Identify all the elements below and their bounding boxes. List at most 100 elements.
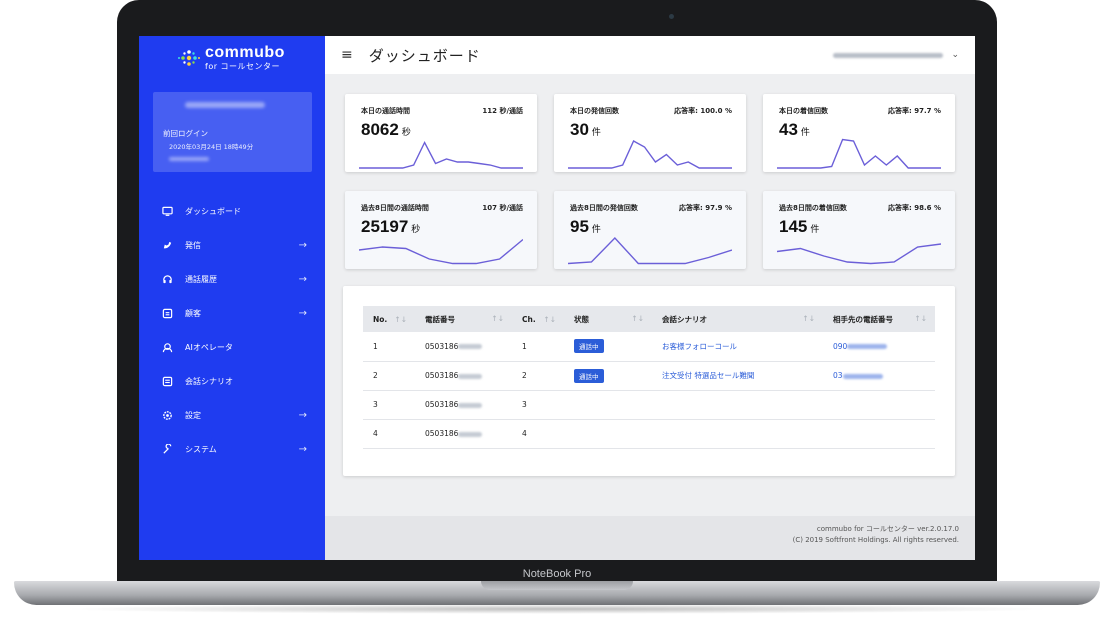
cell-no: 1 (363, 332, 415, 362)
sparkline-series (568, 140, 732, 169)
sort-icon[interactable]: ↑↓ (394, 315, 407, 324)
sidebar-item-label: 顧客 (185, 308, 201, 318)
arrow-right-icon: → (298, 443, 307, 455)
scenario-link[interactable]: お客様フォローコール (662, 342, 737, 351)
sparkline-chart (777, 243, 941, 265)
contact-card-icon (161, 307, 173, 319)
cell-phone: 0503186 (415, 390, 512, 420)
page-title: ダッシュボード (368, 46, 481, 65)
last-login-label: 前回ログイン (163, 129, 208, 138)
status-badge: 通話中 (574, 339, 604, 354)
sort-icon[interactable]: ↑↓ (631, 314, 644, 323)
stat-card-8day-talk-time: 過去8日間の通話時間 107 秒/通話 25197 秒 (345, 191, 537, 269)
sidebar-item-dashboard[interactable]: ダッシュボード (139, 194, 325, 228)
screen: commubo for コールセンター 前回ログイン 2020年03月24日 1… (139, 36, 975, 560)
table-row[interactable]: 4 0503186 4 (363, 419, 935, 449)
cell-remote-phone[interactable]: 090 (823, 332, 935, 362)
sort-icon[interactable]: ↑↓ (802, 314, 815, 323)
cell-scenario (652, 390, 823, 420)
cell-scenario[interactable]: お客様フォローコール (652, 332, 823, 362)
cell-no: 4 (363, 419, 415, 449)
cell-remote-phone[interactable]: 03 (823, 361, 935, 391)
scenario-link[interactable]: 注文受付 特選品セール難聞 (662, 371, 754, 380)
table-row[interactable]: 1 0503186 1 通話中 お客様フォローコール 090 (363, 332, 935, 362)
stat-sub: 応答率: 100.0 % (674, 107, 732, 115)
app-logo[interactable]: commubo for コールセンター (177, 44, 285, 72)
header-label: 会話シナリオ (662, 314, 707, 324)
sparkline-chart (568, 140, 732, 169)
footer: commubo for コールセンター ver.2.0.17.0 (C) 201… (325, 516, 975, 560)
sidebar-nav: ダッシュボード 発信 → 通話履歴 → 顧客 → AIオペレータ 会話シナリオ … (139, 194, 325, 466)
operator-icon (161, 341, 173, 353)
sparkline-series (777, 243, 941, 265)
stat-sub: 応答率: 98.6 % (888, 204, 941, 212)
sparkline-series (359, 140, 523, 169)
sidebar-item-call-history[interactable]: 通話履歴 → (139, 262, 325, 296)
sparkline-series (359, 238, 523, 265)
cell-scenario[interactable]: 注文受付 特選品セール難聞 (652, 361, 823, 391)
stat-sub: 112 秒/通話 (482, 107, 523, 115)
sparkline-series (568, 236, 732, 265)
sort-icon[interactable]: ↑↓ (914, 314, 927, 323)
stat-title: 本日の着信回数 (779, 107, 828, 115)
sidebar-item-outbound[interactable]: 発信 → (139, 228, 325, 262)
channel-table-card: No. ↑↓ 電話番号 ↑↓ Ch. ↑↓ 状態 ↑↓ 会話シナリオ ↑↓ 相手先の電話番… (343, 286, 955, 476)
remote-phone-link[interactable]: 03 (833, 371, 843, 380)
user-card: 前回ログイン 2020年03月24日 18時49分 (153, 92, 312, 172)
sidebar-item-ai-operator[interactable]: AIオペレータ (139, 330, 325, 364)
sidebar-item-label: 会話シナリオ (185, 376, 233, 386)
phone-number: 0503186 (425, 400, 459, 409)
arrow-right-icon: → (298, 273, 307, 285)
cell-status (564, 419, 652, 449)
footer-copyright: (C) 2019 Softfront Holdings. All rights … (792, 535, 959, 544)
sidebar-item-label: 発信 (185, 240, 201, 250)
phone-outgoing-icon (161, 239, 173, 251)
column-header-ch[interactable]: Ch. ↑↓ (512, 306, 564, 332)
sidebar-item-scenarios[interactable]: 会話シナリオ (139, 364, 325, 398)
column-header-scenario[interactable]: 会話シナリオ ↑↓ (652, 306, 823, 332)
table-row[interactable]: 3 0503186 3 (363, 390, 935, 420)
footer-version: commubo for コールセンター ver.2.0.17.0 (816, 525, 959, 533)
cell-remote-phone (823, 419, 935, 449)
cell-remote-phone (823, 390, 935, 420)
stat-sub: 107 秒/通話 (482, 204, 523, 212)
wrench-icon (161, 443, 173, 455)
column-header-status[interactable]: 状態 ↑↓ (564, 306, 652, 332)
remote-phone-link[interactable]: 090 (833, 342, 847, 351)
masked-digits (458, 373, 483, 379)
sidebar-item-customers[interactable]: 顧客 → (139, 296, 325, 330)
lid-notch (481, 581, 633, 590)
sparkline-chart (359, 238, 523, 265)
arrow-right-icon: → (298, 307, 307, 319)
logo-mark-icon (178, 50, 200, 66)
chevron-down-icon[interactable]: ⌄ (951, 50, 959, 60)
masked-digits (458, 431, 483, 437)
hamburger-icon[interactable]: ≡ (341, 47, 353, 63)
channel-table: No. ↑↓ 電話番号 ↑↓ Ch. ↑↓ 状態 ↑↓ 会話シナリオ ↑↓ 相手先の電話番… (363, 306, 935, 449)
cell-status (564, 390, 652, 420)
user-email-masked[interactable] (833, 52, 944, 58)
cell-status: 通話中 (564, 361, 652, 391)
stat-title: 本日の通話時間 (361, 107, 410, 115)
top-bar: ≡ ダッシュボード ⌄ (325, 36, 975, 74)
sidebar-item-settings[interactable]: 設定 → (139, 398, 325, 432)
stat-title: 過去8日間の通話時間 (361, 204, 429, 212)
arrow-right-icon: → (298, 239, 307, 251)
table-row[interactable]: 2 0503186 2 通話中 注文受付 特選品セール難聞 03 (363, 361, 935, 391)
stat-card-today-talk-time: 本日の通話時間 112 秒/通話 8062 秒 (345, 94, 537, 172)
column-header-remote-phone[interactable]: 相手先の電話番号 ↑↓ (823, 306, 935, 332)
laptop-base (14, 581, 1100, 605)
column-header-no[interactable]: No. ↑↓ (363, 306, 415, 332)
device-brand: NoteBook Pro (522, 568, 592, 580)
cell-ch: 1 (512, 332, 564, 362)
sidebar-item-label: AIオペレータ (185, 342, 233, 352)
sidebar-item-label: システム (185, 444, 217, 454)
column-header-phone[interactable]: 電話番号 ↑↓ (415, 306, 512, 332)
sidebar-item-system[interactable]: システム → (139, 432, 325, 466)
sort-icon[interactable]: ↑↓ (491, 314, 504, 323)
status-badge: 通話中 (574, 368, 604, 383)
stat-card-today-inbound: 本日の着信回数 応答率: 97.7 % 43 件 (763, 94, 955, 172)
sort-icon[interactable]: ↑↓ (543, 315, 556, 324)
base-shadow (60, 604, 1054, 614)
stat-sub: 応答率: 97.7 % (888, 107, 941, 115)
